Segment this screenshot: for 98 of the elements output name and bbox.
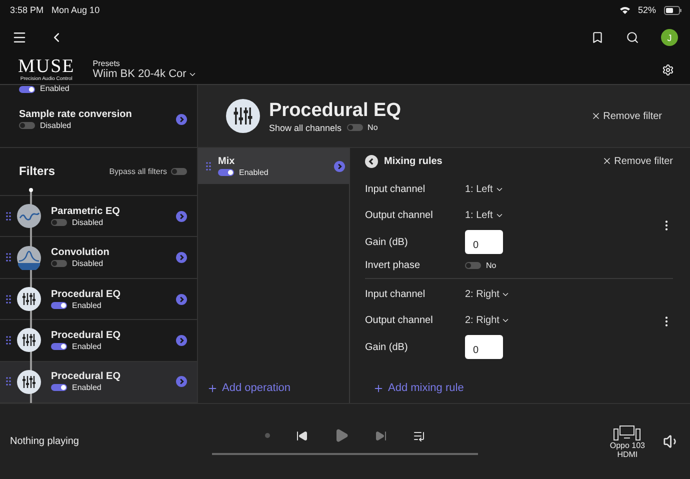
bookmark-icon[interactable] [591, 31, 604, 44]
toggle-switch[interactable] [51, 218, 67, 226]
plus-icon [207, 382, 218, 394]
battery-icon [664, 6, 682, 14]
queue-icon[interactable] [413, 430, 425, 442]
status-label: Disabled [72, 218, 104, 227]
battery-percent: 52% [638, 5, 656, 15]
field-label: Gain (dB) [365, 236, 409, 248]
gain-input[interactable]: 0 [465, 230, 503, 254]
now-playing-text: Nothing playing [10, 436, 79, 447]
toggle-switch[interactable] [171, 168, 187, 175]
field-label: Input channel [365, 184, 426, 194]
add-mixing-rule-button[interactable]: Add mixing rule [373, 382, 673, 394]
close-icon [591, 111, 602, 121]
field-label: Output channel [365, 314, 434, 326]
play-icon[interactable] [334, 428, 349, 443]
chevron-right-icon[interactable] [176, 376, 187, 388]
device-name: Oppo 103 [610, 440, 645, 450]
filter-name: Parametric EQ [51, 206, 121, 217]
filter-name: Convolution [51, 247, 110, 258]
channel-dropdown[interactable]: 1: Left [465, 210, 504, 220]
drag-handle-icon[interactable] [6, 336, 11, 345]
status-label: Disabled [40, 121, 72, 130]
toggle-switch[interactable] [51, 302, 67, 309]
status-label: Enabled [72, 342, 102, 351]
back-icon[interactable] [365, 154, 378, 168]
drag-handle-icon[interactable] [6, 253, 11, 262]
toggle-switch[interactable] [218, 168, 234, 176]
toggle-switch[interactable] [346, 124, 363, 131]
chevron-right-icon[interactable] [176, 334, 187, 346]
settings-icon[interactable] [662, 64, 674, 76]
sliders-icon [17, 370, 41, 394]
status-label: Enabled [239, 168, 268, 176]
device-output: HDMI [617, 450, 638, 458]
wifi-icon [620, 6, 630, 14]
field-label: Gain (dB) [365, 342, 409, 352]
status-label: Enabled [72, 300, 102, 310]
field-label: Input channel [365, 288, 426, 300]
filter-name: Procedural EQ [51, 371, 122, 382]
record-dot-icon[interactable] [265, 433, 270, 438]
curve-icon [17, 204, 41, 228]
chevron-right-icon[interactable] [176, 294, 187, 305]
remove-filter-button[interactable]: Remove filter [602, 156, 673, 166]
toggle-switch[interactable] [465, 262, 481, 269]
close-icon [602, 156, 612, 166]
chevron-right-icon[interactable] [176, 252, 187, 264]
drag-handle-icon[interactable] [6, 294, 11, 304]
toggle-switch[interactable] [51, 342, 67, 350]
status-time: 3:58 PM [10, 5, 44, 15]
filter-item[interactable]: Procedural EQ Enabled [0, 362, 197, 403]
filter-name: Procedural EQ [51, 288, 122, 300]
channel-dropdown[interactable]: 2: Right [465, 314, 510, 326]
sliders-icon [17, 328, 41, 352]
status-label: Disabled [72, 259, 104, 268]
search-icon[interactable] [626, 31, 639, 44]
chain-dot [29, 188, 33, 192]
remove-filter-button[interactable]: Remove filter [591, 110, 662, 122]
toggle-value: No [486, 261, 496, 270]
field-label: Output channel [365, 210, 434, 220]
bypass-label: Bypass all filters [109, 166, 167, 176]
toggle-value: No [368, 123, 378, 132]
toggle-switch[interactable] [51, 260, 67, 268]
chevron-right-icon[interactable] [176, 114, 187, 126]
field-label: Invert phase [365, 260, 422, 270]
toggle-switch[interactable] [19, 122, 35, 130]
logo-title: MUSE [18, 58, 75, 76]
drag-handle-icon[interactable] [6, 212, 11, 221]
filters-title: Filters [19, 164, 56, 178]
peak-curve-icon [17, 246, 41, 270]
status-label: Enabled [72, 383, 102, 392]
chevron-right-icon[interactable] [176, 210, 187, 222]
status-date: Mon Aug 10 [52, 5, 100, 15]
show-all-label: Show all channels [269, 122, 342, 132]
filter-title: Procedural EQ [269, 100, 401, 122]
channel-dropdown[interactable]: 2: Right [465, 288, 510, 300]
add-operation-button[interactable]: Add operation [207, 382, 349, 394]
sliders-icon [17, 287, 41, 312]
menu-icon[interactable] [12, 30, 27, 45]
toggle-switch[interactable] [51, 384, 67, 392]
operation-name: Mix [218, 156, 236, 166]
drag-handle-icon[interactable] [6, 377, 11, 386]
channel-dropdown[interactable]: 1: Left [465, 184, 504, 194]
next-icon[interactable] [375, 430, 387, 442]
presets-label: Presets [92, 59, 121, 68]
mixing-rules-title: Mixing rules [384, 156, 442, 166]
operation-item[interactable]: Mix Enabled [198, 148, 349, 184]
previous-icon[interactable] [296, 430, 308, 442]
toggle-switch[interactable] [19, 86, 35, 93]
drag-handle-icon[interactable] [206, 162, 211, 170]
preset-dropdown[interactable]: Wiim BK 20-4k Cor [92, 68, 198, 80]
chevron-right-icon[interactable] [334, 160, 345, 172]
gain-input[interactable]: 0 [465, 335, 503, 359]
speakers-monitor-icon[interactable] [613, 424, 642, 440]
sliders-icon [226, 99, 260, 133]
status-label: Enabled [40, 85, 70, 93]
setting-name: Sample rate conversion [19, 109, 133, 120]
filter-name: Procedural EQ [51, 330, 122, 341]
plus-icon [373, 382, 384, 394]
